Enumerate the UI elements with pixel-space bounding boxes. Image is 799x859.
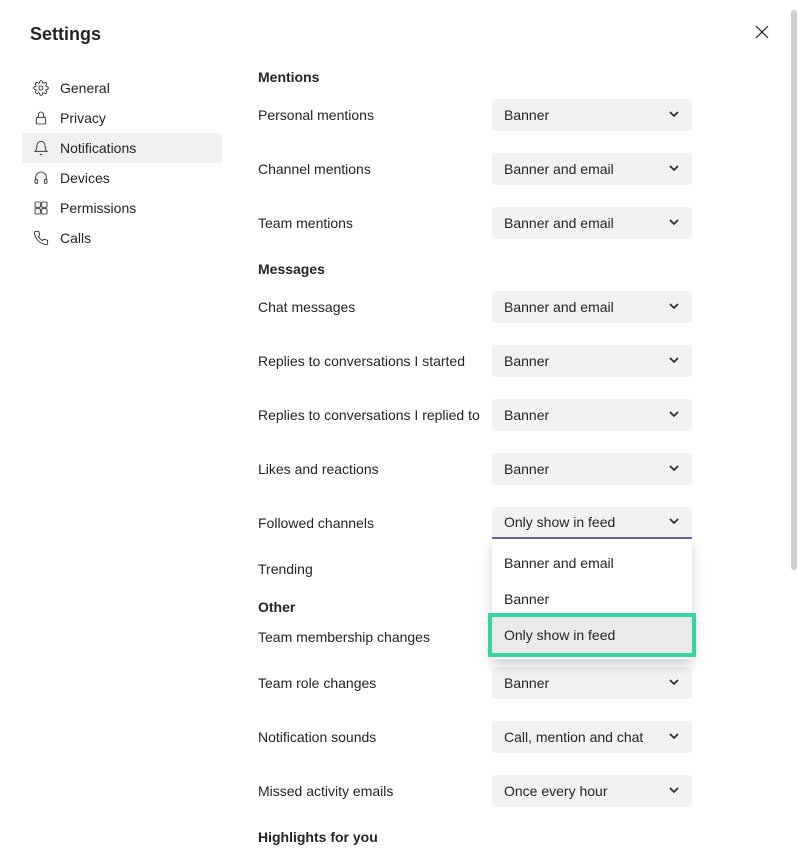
chevron-down-icon: [668, 215, 680, 231]
headset-icon: [32, 170, 50, 186]
settings-content: Mentions Personal mentions Banner Channe…: [222, 65, 692, 859]
select-replies-started[interactable]: Banner: [492, 345, 692, 377]
scrollbar-thumb[interactable]: [791, 10, 797, 570]
sidebar-item-label: Calls: [60, 230, 91, 246]
page-title: Settings: [30, 24, 101, 45]
lock-icon: [32, 110, 50, 126]
select-replies-replied[interactable]: Banner: [492, 399, 692, 431]
section-title-highlights: Highlights for you: [258, 829, 692, 845]
select-personal-mentions[interactable]: Banner: [492, 99, 692, 131]
sidebar-item-label: Notifications: [60, 140, 136, 156]
sidebar-item-notifications[interactable]: Notifications: [22, 133, 222, 163]
select-value: Banner: [504, 407, 549, 423]
select-value: Banner: [504, 461, 549, 477]
chevron-down-icon: [668, 299, 680, 315]
row-label: Trending: [258, 561, 313, 577]
sidebar-item-permissions[interactable]: Permissions: [22, 193, 222, 223]
dropdown-option[interactable]: Banner and email: [492, 545, 692, 581]
select-likes-reactions[interactable]: Banner: [492, 453, 692, 485]
sidebar-item-devices[interactable]: Devices: [22, 163, 222, 193]
row-label: Replies to conversations I started: [258, 353, 465, 369]
select-channel-mentions[interactable]: Banner and email: [492, 153, 692, 185]
select-value: Once every hour: [504, 783, 608, 799]
row-label: Channel mentions: [258, 161, 371, 177]
chevron-down-icon: [668, 353, 680, 369]
select-team-mentions[interactable]: Banner and email: [492, 207, 692, 239]
row-label: Team role changes: [258, 675, 376, 691]
sidebar-item-general[interactable]: General: [22, 73, 222, 103]
select-dropdown: Banner and email Banner Only show in fee…: [492, 539, 692, 659]
select-value: Banner and email: [504, 299, 614, 315]
select-value: Only show in feed: [504, 514, 615, 530]
row-label: Replies to conversations I replied to: [258, 407, 480, 423]
select-value: Call, mention and chat: [504, 729, 643, 745]
row-label: Missed activity emails: [258, 783, 393, 799]
close-icon: [755, 26, 769, 43]
sidebar-item-label: General: [60, 80, 110, 96]
sidebar-item-label: Devices: [60, 170, 110, 186]
select-team-role-changes[interactable]: Banner: [492, 667, 692, 699]
select-value: Banner: [504, 353, 549, 369]
select-followed-channels[interactable]: Only show in feed: [492, 507, 692, 539]
chevron-down-icon: [668, 407, 680, 423]
chevron-down-icon: [668, 107, 680, 123]
select-notification-sounds[interactable]: Call, mention and chat: [492, 721, 692, 753]
sidebar-item-label: Permissions: [60, 200, 136, 216]
dropdown-option[interactable]: Banner: [492, 581, 692, 617]
row-label: Personal mentions: [258, 107, 374, 123]
select-value: Banner and email: [504, 161, 614, 177]
row-label: Team mentions: [258, 215, 353, 231]
gear-icon: [32, 80, 50, 96]
row-label: Notification sounds: [258, 729, 376, 745]
row-label: Followed channels: [258, 515, 374, 531]
row-label: Chat messages: [258, 299, 355, 315]
apps-icon: [32, 200, 50, 216]
dropdown-option[interactable]: Only show in feed: [492, 617, 692, 653]
sidebar-item-label: Privacy: [60, 110, 106, 126]
section-title-messages: Messages: [258, 261, 692, 277]
select-missed-activity-emails[interactable]: Once every hour: [492, 775, 692, 807]
sidebar-item-calls[interactable]: Calls: [22, 223, 222, 253]
select-chat-messages[interactable]: Banner and email: [492, 291, 692, 323]
settings-sidebar: General Privacy Notifications Devices Pe…: [22, 65, 222, 859]
sidebar-item-privacy[interactable]: Privacy: [22, 103, 222, 133]
chevron-down-icon: [668, 461, 680, 477]
select-value: Banner: [504, 675, 549, 691]
phone-icon: [32, 230, 50, 246]
chevron-down-icon: [668, 729, 680, 745]
select-value: Banner: [504, 107, 549, 123]
chevron-down-icon: [668, 675, 680, 691]
chevron-down-icon: [668, 783, 680, 799]
vertical-scrollbar[interactable]: [791, 10, 797, 610]
close-button[interactable]: [755, 25, 769, 44]
chevron-down-icon: [668, 514, 680, 530]
chevron-down-icon: [668, 161, 680, 177]
bell-icon: [32, 140, 50, 156]
section-title-mentions: Mentions: [258, 69, 692, 85]
row-label: Team membership changes: [258, 629, 430, 645]
select-value: Banner and email: [504, 215, 614, 231]
row-label: Likes and reactions: [258, 461, 379, 477]
